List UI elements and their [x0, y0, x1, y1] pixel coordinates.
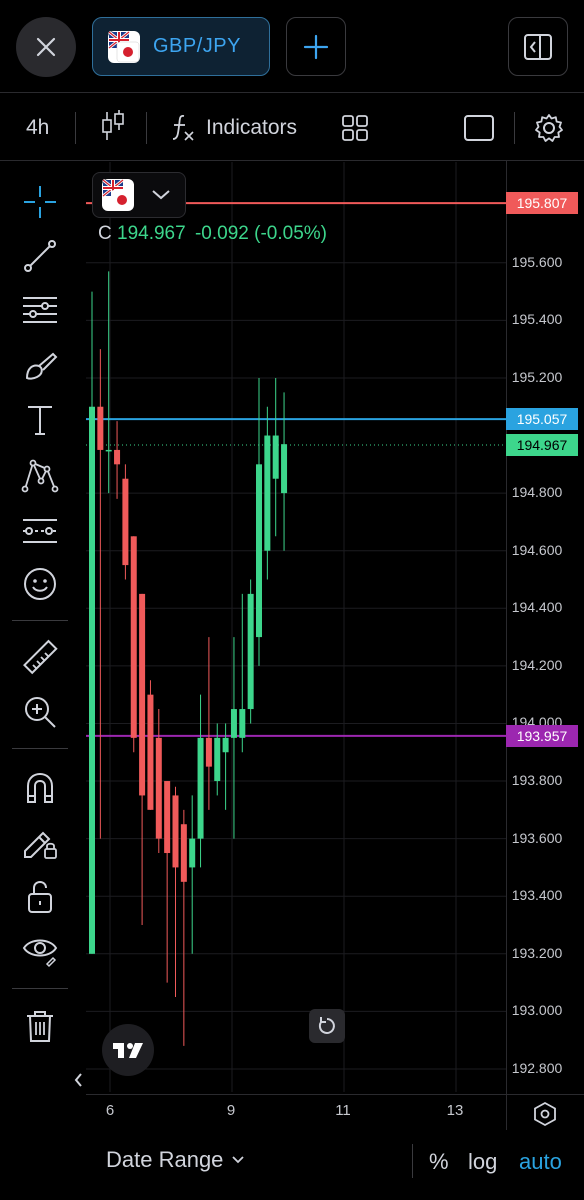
price-tick: 194.200 [511, 656, 563, 673]
red-line-price-label: 195.807 [506, 192, 578, 215]
price-tick: 194.600 [511, 541, 563, 558]
blue-line-price-label: 195.057 [506, 408, 578, 431]
price-tick: 193.800 [511, 772, 563, 789]
candle-body [139, 593, 146, 796]
date-tick: 6 [105, 1102, 115, 1119]
axis-settings-button[interactable] [531, 1100, 559, 1133]
change-value: -0.092 [194, 223, 249, 244]
close-value: 194.967 [117, 223, 186, 244]
date-tick: 11 [335, 1102, 351, 1119]
candle-body [105, 449, 112, 452]
price-tick: 194.800 [511, 484, 563, 501]
chevron-down-icon [152, 190, 170, 200]
candle-body [180, 824, 187, 882]
price-tick: 194.400 [511, 599, 563, 616]
candle-body [256, 464, 262, 638]
candle-body [172, 795, 179, 868]
chart-grid [86, 162, 506, 1092]
candle-body [272, 435, 279, 479]
log-toggle[interactable]: log [468, 1149, 497, 1175]
percent-toggle[interactable]: % [429, 1149, 449, 1175]
candle-body [89, 406, 95, 954]
bottom-separator [412, 1144, 413, 1178]
candle-body [197, 737, 204, 839]
price-tick: 193.200 [511, 944, 563, 961]
date-tick: 13 [446, 1102, 464, 1119]
candle-body [114, 449, 121, 465]
auto-toggle[interactable]: auto [519, 1149, 562, 1175]
candle-body [230, 709, 237, 738]
change-percent: (-0.05%) [254, 223, 327, 244]
candles-group [89, 271, 288, 1046]
gbp-jpy-flag-icon [102, 178, 134, 211]
close-prefix: C [98, 223, 112, 244]
candle-body [247, 593, 254, 710]
candle-body [130, 536, 137, 738]
candle-body [97, 406, 104, 450]
date-range-label: Date Range [106, 1147, 224, 1172]
price-tick: 193.400 [511, 887, 563, 904]
candle-body [147, 694, 154, 810]
chevron-down-icon [232, 1156, 245, 1164]
candle-body [155, 737, 162, 839]
refresh-icon [318, 1017, 335, 1034]
date-range-button[interactable]: Date Range [106, 1147, 245, 1173]
price-tick: 192.800 [511, 1059, 563, 1076]
last-price-label: 194.967 [506, 434, 578, 457]
candle-body [164, 781, 171, 854]
price-tick: 195.400 [511, 311, 563, 328]
candle-body [264, 435, 271, 551]
price-tick: 193.000 [511, 1002, 563, 1019]
candle-body [122, 478, 129, 566]
price-chart[interactable] [0, 0, 584, 1200]
candle-body [222, 737, 229, 753]
purple-line-price-label: 193.957 [506, 724, 578, 747]
candle-body [214, 737, 221, 782]
candle-body [189, 838, 196, 868]
tradingview-logo[interactable] [102, 1024, 154, 1076]
price-axis-border [506, 160, 507, 1130]
symbol-legend[interactable] [92, 172, 186, 218]
price-tick: 195.600 [511, 253, 563, 270]
price-tick: 195.200 [511, 368, 563, 385]
ohlc-legend: C 194.967 -0.092 (-0.05%) [98, 223, 327, 245]
candle-body [205, 737, 212, 767]
candle-body [239, 709, 246, 738]
price-tick: 193.600 [511, 829, 563, 846]
reset-chart-button[interactable] [309, 1009, 345, 1043]
candle-body [281, 444, 288, 494]
date-tick: 9 [226, 1102, 236, 1119]
hexagon-settings-icon [534, 1101, 556, 1127]
time-axis-border [86, 1094, 584, 1095]
tradingview-logo-icon [113, 1043, 143, 1058]
